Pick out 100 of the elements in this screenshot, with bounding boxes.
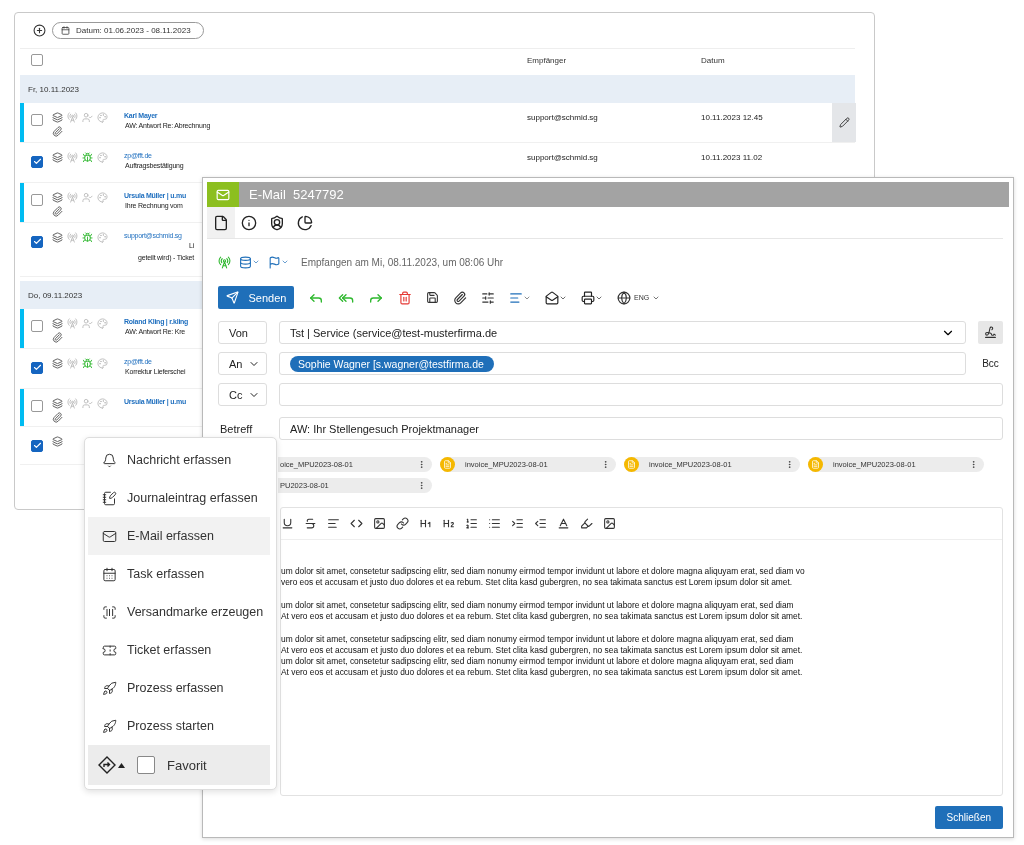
menu-item[interactable]: E-Mail erfassen <box>88 517 270 555</box>
more-icon[interactable] <box>417 481 426 490</box>
bullet-list-icon[interactable] <box>488 517 501 530</box>
row-checkbox[interactable] <box>31 361 43 374</box>
tray-icon[interactable] <box>52 358 63 369</box>
more-icon[interactable] <box>785 460 794 469</box>
tray-icon[interactable] <box>52 318 63 329</box>
numbered-list-icon[interactable] <box>465 517 478 530</box>
bell-icon <box>102 452 117 468</box>
info-icon <box>241 214 257 231</box>
image-icon[interactable] <box>373 517 386 530</box>
row-checkbox[interactable] <box>31 400 43 412</box>
menu-item[interactable]: Versandmarke erzeugen <box>88 593 270 631</box>
cc-field[interactable] <box>279 383 1003 406</box>
recipient-chip[interactable]: Sophie Wagner [s.wagner@testfirma.de <box>290 355 494 372</box>
underline-icon[interactable] <box>281 517 294 530</box>
save-icon[interactable] <box>426 291 439 304</box>
user-check-icon[interactable] <box>82 112 93 123</box>
row-checkbox[interactable] <box>31 320 43 332</box>
menu-item[interactable]: Ticket erfassen <box>88 631 270 669</box>
tray-icon[interactable] <box>52 436 63 447</box>
heading-1-icon[interactable] <box>419 517 432 530</box>
group-date: Do, 09.11.2023 <box>28 290 83 300</box>
tray-icon[interactable] <box>52 152 63 163</box>
paperclip-icon[interactable] <box>52 206 63 217</box>
notebook-icon <box>102 490 117 506</box>
date-cell-text: 10.11.2023 12.45 <box>701 112 764 122</box>
menu-item[interactable]: Journaleintrag erfassen <box>88 479 270 517</box>
tray-icon[interactable] <box>52 398 63 409</box>
trash-icon[interactable] <box>398 290 412 305</box>
mail-open-dropdown[interactable] <box>545 290 567 305</box>
row-checkbox[interactable] <box>31 155 43 168</box>
image-icon[interactable] <box>603 517 616 530</box>
outdent-icon[interactable] <box>534 517 547 530</box>
paperclip-icon[interactable] <box>52 412 63 423</box>
subject-field[interactable]: AW: Ihr Stellengesuch Projektmanager <box>279 417 1003 440</box>
tray-icon[interactable] <box>52 192 63 203</box>
sliders-icon[interactable] <box>481 290 495 305</box>
body-text: um dolor sit amet, consetetur sadipscing elitr, sed diam nonumy eirmod tempor invidunt ut labore et dolore magna aliquyam erat, sed diam vo <box>281 566 806 577</box>
body-text: At vero eos et accusam et justo duo dolores et ea rebum. Stet clita kasd gubergren, no sea takimata sanctus est Lorem ipsum dolor sit amet. <box>281 645 804 656</box>
caret-icon[interactable] <box>118 762 125 768</box>
to-field[interactable]: Sophie Wagner [s.wagner@testfirma.de <box>279 352 966 375</box>
ticket-icon <box>102 642 117 658</box>
recipient-cell-text: support@schmid.sg <box>527 152 599 162</box>
menu-item[interactable]: Prozess erfassen <box>88 669 270 707</box>
favorite-label: Favorit <box>167 757 207 773</box>
favorite-checkbox[interactable] <box>137 756 155 774</box>
body-text: At vero eos et accusam et justo duo dolores et ea rebum. Stet clita kasd gubergren, no sea takimata sanctus est Lorem ipsum dolor sit amet. <box>281 667 804 678</box>
add-icon[interactable] <box>33 24 46 37</box>
printer-dropdown[interactable] <box>581 290 603 305</box>
chevron-down-icon <box>252 258 260 266</box>
menu-item[interactable]: Nachricht erfassen <box>88 441 270 479</box>
bcc-link[interactable]: Bcc <box>982 358 999 369</box>
user-check-icon[interactable] <box>82 318 93 329</box>
from-field[interactable]: Tst | Service (service@test-musterfirma.de <box>279 321 966 344</box>
row-checkbox[interactable] <box>31 114 43 126</box>
more-icon[interactable] <box>417 460 426 469</box>
antenna-icon[interactable] <box>218 255 231 269</box>
row-checkbox[interactable] <box>31 194 43 206</box>
document-tab[interactable] <box>207 207 235 238</box>
body-text: At vero eos et accusam et justo duo dolores et ea rebum. Stet clita kasd gubergren, no sea takimata sanctus est Lorem ipsum dolor sit amet. <box>281 611 804 622</box>
signature-icon <box>984 326 997 339</box>
paperclip-icon[interactable] <box>453 290 467 305</box>
code-icon[interactable] <box>350 517 363 530</box>
highlight-icon[interactable] <box>580 517 593 530</box>
menu-item[interactable]: Prozess starten <box>88 707 270 745</box>
select-all-checkbox[interactable] <box>31 54 43 66</box>
tray-icon[interactable] <box>52 112 63 123</box>
flag-dropdown[interactable] <box>268 255 289 269</box>
paperclip-icon[interactable] <box>52 332 63 343</box>
direction-sign-icon[interactable] <box>98 756 116 774</box>
database-dropdown[interactable] <box>239 255 260 269</box>
file-icon <box>808 457 823 472</box>
more-icon[interactable] <box>601 460 610 469</box>
more-icon[interactable] <box>969 460 978 469</box>
menu-item[interactable]: Task erfassen <box>88 555 270 593</box>
to-dropdown[interactable]: An <box>218 352 267 375</box>
user-check-icon[interactable] <box>82 192 93 203</box>
align-icon[interactable] <box>327 517 340 530</box>
body-text: um dolor sit amet, consetetur sadipscing elitr, sed diam nonumy eirmod tempor invidunt ut labore et dolore magna aliquyam erat, sed diam <box>281 634 795 645</box>
paperclip-icon[interactable] <box>52 126 63 137</box>
tray-icon[interactable] <box>52 232 63 243</box>
text-color-icon[interactable] <box>557 517 570 530</box>
from-label: Von <box>218 321 267 344</box>
mail-icon <box>102 528 117 544</box>
user-check-icon[interactable] <box>82 398 93 409</box>
document-icon <box>213 214 229 231</box>
link-icon[interactable] <box>396 517 409 530</box>
cc-dropdown[interactable]: Cc <box>218 383 267 406</box>
indent-icon[interactable] <box>511 517 524 530</box>
align-dropdown[interactable] <box>509 290 531 305</box>
user-shield-icon <box>269 214 285 231</box>
heading-2-icon[interactable] <box>442 517 455 530</box>
row-checkbox[interactable] <box>31 439 43 452</box>
signature-button[interactable] <box>978 321 1003 344</box>
close-button[interactable]: Schließen <box>934 806 1003 829</box>
send-button[interactable]: Senden <box>218 286 294 309</box>
strikethrough-icon[interactable] <box>304 517 317 530</box>
body-text: um dolor sit amet, consetetur sadipscing elitr, sed diam nonumy eirmod tempor invidunt ut labore et dolore magna aliquyam erat, sed diam <box>281 656 795 667</box>
row-checkbox[interactable] <box>31 235 43 248</box>
